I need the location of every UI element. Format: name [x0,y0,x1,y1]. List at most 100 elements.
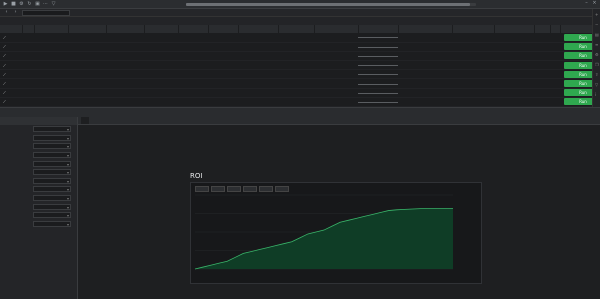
forward-icon[interactable]: › [13,10,18,15]
grid-header[interactable] [0,25,23,33]
tab-overview[interactable] [81,117,89,124]
settings-icon[interactable]: ⚙ [595,53,599,57]
row-chart-icon[interactable]: ⟋ [0,42,22,52]
copy-icon[interactable]: ❐ [595,63,599,67]
roi-title: ROI [190,172,203,180]
table-cell [398,88,452,98]
row-chart-icon[interactable]: ⟋ [0,88,22,98]
grid-header[interactable] [22,25,35,33]
row-chart-icon[interactable]: ⟋ [0,51,22,62]
row-chart-icon[interactable]: ⟋ [0,33,22,43]
parameter-input[interactable] [33,203,71,210]
row-id [22,60,34,71]
grid-header[interactable] [144,25,179,33]
parameter-input[interactable] [33,195,71,202]
parameter-input[interactable] [33,169,71,176]
run-backtest-button[interactable]: Run [564,70,592,78]
run-backtest-button[interactable]: Run [564,80,592,88]
row-chart-icon[interactable]: ⟋ [0,60,22,71]
grid-header[interactable] [68,25,107,33]
filter-icon[interactable]: ▽ [595,83,599,87]
table-cell [358,88,398,98]
grid-header[interactable] [550,25,561,33]
tab-events[interactable] [97,117,105,124]
parameter-input[interactable] [33,152,71,159]
tab-notes[interactable] [105,117,113,124]
table-cell [34,33,68,43]
row-action-cell: Run [560,42,592,52]
table-cell [178,42,208,52]
parameter-input[interactable] [33,212,71,219]
run-backtest-button[interactable]: Run [564,33,592,41]
parameter-input[interactable] [33,134,71,141]
table-cell [106,78,144,89]
run-backtest-button[interactable]: Run [564,98,592,106]
panel-splitter[interactable] [0,107,600,117]
zoom-in-icon[interactable]: + [595,13,599,17]
table-row[interactable]: ⟋ Run [0,88,592,98]
zoom-out-icon[interactable]: − [595,23,599,27]
grid-header[interactable] [358,25,399,33]
table-cell [178,78,208,89]
grid-header[interactable] [106,25,145,33]
grid-header[interactable] [208,25,239,33]
table-cell [68,33,106,43]
filter-icon[interactable]: ▽ [51,1,56,7]
parameter-input[interactable] [33,220,71,227]
grid-header[interactable] [534,25,551,33]
parameter-input[interactable] [33,177,71,184]
table-row[interactable]: ⟋ Run [0,60,592,71]
table-cell [494,78,534,89]
export-icon[interactable]: ⇪ [595,73,599,77]
minimize-icon[interactable]: – [584,1,589,6]
more-icon[interactable]: ⋯ [43,1,48,7]
symbol-input[interactable] [22,9,70,16]
play-icon[interactable]: ▶ [3,1,8,7]
close-icon[interactable]: × [592,1,597,6]
table-cell [314,69,358,80]
grid-header[interactable] [452,25,495,33]
table-cell [534,33,550,43]
table-cell [144,51,178,62]
grid-header[interactable] [398,25,453,33]
row-chart-icon[interactable]: ⟋ [0,97,22,107]
save-icon[interactable]: ▣ [35,1,40,7]
grid-header[interactable] [560,25,592,33]
grid-header[interactable] [238,25,279,33]
list-icon[interactable]: ≡ [595,43,599,47]
table-row[interactable]: ⟋ Run [0,78,592,89]
run-backtest-button[interactable]: Run [564,89,592,97]
stop-icon[interactable]: ■ [11,1,16,7]
row-chart-icon[interactable]: ⟋ [0,78,22,89]
grid-header[interactable] [314,25,359,33]
grid-header[interactable] [178,25,209,33]
parameter-input[interactable] [33,143,71,150]
table-cell [208,60,238,71]
grid-header[interactable] [278,25,315,33]
chart-icon[interactable]: ▤ [595,33,599,37]
refresh-icon[interactable]: ↻ [27,1,32,7]
settings-icon[interactable]: ⚙ [19,1,24,7]
parameter-input[interactable] [33,160,71,167]
table-cell [494,51,534,62]
tab-trades[interactable] [89,117,97,124]
table-row[interactable]: ⟋ Run [0,97,592,107]
back-icon[interactable]: ‹ [4,10,9,15]
grid-header[interactable] [494,25,535,33]
parameter-input[interactable] [33,186,71,193]
grid-header[interactable] [34,25,69,33]
table-cell [68,60,106,71]
run-backtest-button[interactable]: Run [564,43,592,51]
table-row[interactable]: ⟋ Run [0,33,592,43]
info-icon[interactable]: i [595,93,599,97]
table-row[interactable]: ⟋ Run [0,42,592,52]
row-id [22,97,34,107]
run-backtest-button[interactable]: Run [564,52,592,60]
table-row[interactable]: ⟋ Run [0,51,592,62]
run-backtest-button[interactable]: Run [564,61,592,69]
row-chart-icon[interactable]: ⟋ [0,69,22,80]
parameter-input[interactable] [33,126,71,133]
table-cell [34,69,68,80]
symbol-bar: ‹ › [0,9,600,17]
table-row[interactable]: ⟋ Run [0,69,592,80]
